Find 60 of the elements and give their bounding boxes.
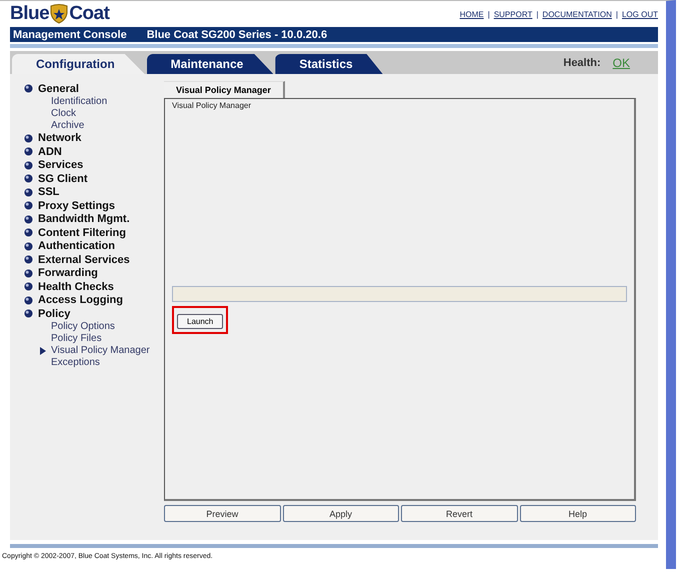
- bullet-icon: [24, 268, 33, 278]
- nav-item[interactable]: Content Filtering: [38, 226, 126, 239]
- nav-item[interactable]: Policy: [38, 308, 70, 320]
- nav-subitem[interactable]: Clock: [51, 108, 76, 119]
- panel-tab[interactable]: Visual Policy Manager: [164, 81, 285, 98]
- product-title: Management Console: [13, 28, 127, 40]
- bullet-icon: [24, 228, 33, 238]
- bullet-icon: [24, 84, 33, 94]
- bullet-icon: [24, 242, 33, 251]
- bullet-icon: [24, 309, 33, 318]
- bullet-icon: [24, 134, 33, 143]
- nav-item[interactable]: ADN: [38, 146, 62, 158]
- logo-text: Blue: [10, 3, 50, 25]
- bullet-icon: [24, 147, 33, 156]
- nav-item[interactable]: Proxy Settings: [38, 200, 116, 212]
- bullet-icon: [24, 188, 33, 197]
- nav-item[interactable]: Health Checks: [38, 280, 114, 293]
- bullet-icon: [24, 214, 33, 224]
- header-link[interactable]: HOME: [460, 10, 484, 18]
- action-button[interactable]: Apply: [282, 505, 399, 522]
- logo-text: Coat: [69, 3, 110, 25]
- link-separator: |: [488, 10, 490, 18]
- nav-item[interactable]: Bandwidth Mgmt.: [38, 213, 130, 226]
- panel-heading: Visual Policy Manager: [172, 101, 252, 110]
- bullet-icon: [24, 296, 33, 305]
- health-label: Health:: [563, 56, 601, 68]
- nav-item[interactable]: Forwarding: [38, 267, 98, 280]
- nav-item[interactable]: SSL: [38, 186, 60, 198]
- header-link[interactable]: LOG OUT: [622, 10, 658, 18]
- bullet-icon: [24, 201, 33, 210]
- link-separator: |: [536, 10, 538, 18]
- nav-item[interactable]: Authentication: [38, 240, 115, 252]
- nav-subitem[interactable]: Identification: [51, 96, 108, 107]
- nav-item[interactable]: Services: [38, 159, 84, 172]
- action-button[interactable]: Revert: [401, 505, 518, 522]
- model-title: Blue Coat SG200 Series - 10.0.20.6: [146, 28, 328, 40]
- nav-subitem[interactable]: Archive: [51, 120, 84, 131]
- launch-button[interactable]: Launch: [177, 314, 224, 329]
- shield-icon: [50, 4, 68, 24]
- header-link[interactable]: DOCUMENTATION: [542, 10, 612, 18]
- nav-subitem[interactable]: Policy Files: [51, 333, 102, 344]
- nav-item[interactable]: Access Logging: [38, 294, 123, 306]
- tab[interactable]: Configuration: [12, 54, 145, 74]
- bullet-icon: [24, 174, 33, 184]
- nav-item[interactable]: Network: [38, 132, 82, 144]
- nav-item[interactable]: External Services: [38, 254, 130, 266]
- nav-item[interactable]: SG Client: [38, 172, 88, 185]
- action-button[interactable]: Preview: [164, 505, 280, 522]
- nav-item[interactable]: General: [38, 82, 79, 95]
- bullet-icon: [24, 160, 33, 170]
- link-separator: |: [616, 10, 618, 18]
- nav-subitem[interactable]: Policy Options: [51, 321, 115, 332]
- bullet-icon: [24, 255, 33, 264]
- action-button[interactable]: Help: [520, 505, 636, 522]
- tab[interactable]: Statistics: [275, 54, 383, 74]
- bullet-icon: [24, 282, 33, 292]
- nav-subitem[interactable]: Exceptions: [51, 357, 100, 368]
- tab[interactable]: Maintenance: [146, 54, 274, 74]
- header-link[interactable]: SUPPORT: [494, 10, 532, 18]
- nav-subitem[interactable]: Visual Policy Manager: [51, 345, 150, 356]
